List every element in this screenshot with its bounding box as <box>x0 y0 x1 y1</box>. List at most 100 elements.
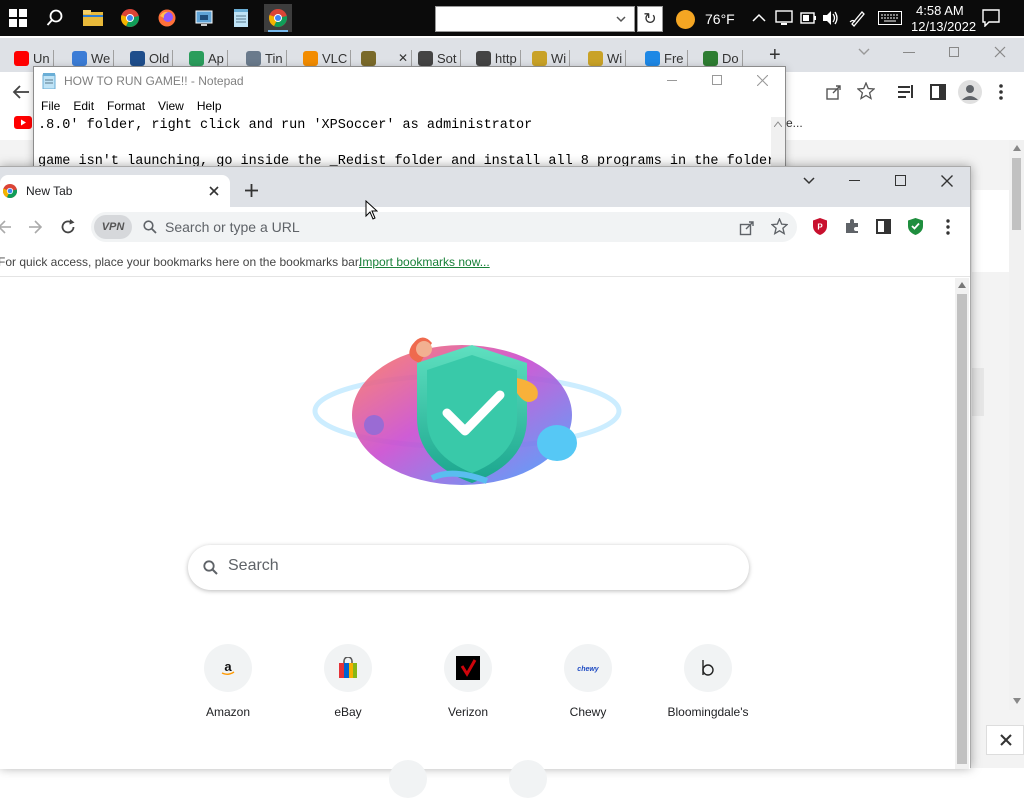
taskbar-search-field[interactable] <box>435 6 635 32</box>
share-icon[interactable] <box>739 219 756 236</box>
background-scrollbar-thumb[interactable] <box>1012 158 1021 230</box>
background-scrollbar[interactable] <box>1009 140 1024 710</box>
maximize-icon[interactable] <box>712 75 722 85</box>
background-tab[interactable]: Old <box>130 48 174 68</box>
weather-sun-icon[interactable] <box>676 10 695 29</box>
back-icon[interactable] <box>0 220 12 234</box>
background-tab[interactable]: We <box>72 48 115 68</box>
maximize-icon[interactable] <box>895 175 906 186</box>
firefox-icon[interactable] <box>153 4 181 32</box>
ntp-search-box[interactable]: Search <box>188 545 749 590</box>
touch-keyboard-icon[interactable] <box>878 11 902 25</box>
menu-view[interactable]: View <box>151 95 190 117</box>
scroll-up-icon[interactable] <box>774 121 782 127</box>
star-icon[interactable] <box>857 82 875 100</box>
menu-kebab-icon[interactable] <box>946 219 950 235</box>
profile-avatar[interactable] <box>958 80 982 104</box>
clock-date[interactable]: 12/13/2022 <box>911 19 976 34</box>
bookmarks-overflow[interactable]: e... <box>786 116 803 130</box>
shortcut-partial[interactable] <box>389 760 427 798</box>
restore-icon[interactable] <box>949 47 959 57</box>
shortcut-chewy[interactable]: chewy Chewy <box>533 644 643 719</box>
forward-icon[interactable] <box>28 220 42 234</box>
security-shield-icon[interactable] <box>907 217 924 236</box>
page-scrollbar[interactable] <box>955 278 969 769</box>
background-tab[interactable]: Wi <box>532 48 571 68</box>
share-icon[interactable] <box>825 83 843 101</box>
background-tab[interactable]: http <box>476 48 521 68</box>
power-icon[interactable] <box>800 10 818 26</box>
notepad-window[interactable]: HOW TO RUN GAME!! - Notepad File Edit Fo… <box>33 66 786 177</box>
shortcut-amazon[interactable]: a Amazon <box>173 644 283 719</box>
tab-search-icon[interactable] <box>858 48 870 56</box>
tray-chevron-up-icon[interactable] <box>752 13 766 23</box>
address-bar[interactable]: VPN Search or type a URL <box>91 212 797 242</box>
shortcut-verizon[interactable]: Verizon <box>413 644 523 719</box>
youtube-icon[interactable] <box>14 116 32 129</box>
reload-icon[interactable] <box>60 219 76 235</box>
refresh-button[interactable]: ↻ <box>637 6 663 32</box>
minimize-icon[interactable] <box>667 80 677 81</box>
wi-icon <box>588 50 603 66</box>
pen-icon[interactable] <box>849 9 867 27</box>
back-icon[interactable] <box>12 84 30 100</box>
close-icon[interactable] <box>757 75 768 86</box>
import-bookmarks-link[interactable]: Import bookmarks now... <box>359 255 490 269</box>
minimize-icon[interactable] <box>849 180 860 181</box>
extensions-puzzle-icon[interactable] <box>844 218 860 234</box>
shortcut-partial[interactable] <box>509 760 547 798</box>
close-icon[interactable] <box>1000 734 1012 746</box>
shortcut-ebay[interactable]: eBay <box>293 644 403 719</box>
bookmark-star-icon[interactable] <box>771 218 788 235</box>
menu-help[interactable]: Help <box>190 95 228 117</box>
weather-temperature[interactable]: 76°F <box>705 11 735 27</box>
background-tab[interactable]: Ap <box>189 48 228 68</box>
scroll-down-icon[interactable] <box>1013 698 1021 704</box>
menu-file[interactable]: File <box>34 95 66 117</box>
tab-separator <box>172 50 174 66</box>
background-dialog-close[interactable] <box>986 725 1024 755</box>
notepad-titlebar[interactable]: HOW TO RUN GAME!! - Notepad <box>34 67 785 95</box>
minimize-icon[interactable] <box>903 52 915 53</box>
close-tab-icon[interactable] <box>209 186 219 196</box>
background-tab[interactable]: Wi <box>588 48 627 68</box>
notifications-icon[interactable] <box>982 9 1000 27</box>
notepad-icon[interactable] <box>227 4 255 32</box>
file-explorer-icon[interactable] <box>79 4 107 32</box>
close-tab-icon[interactable]: ✕ <box>398 51 408 65</box>
clock-time[interactable]: 4:58 AM <box>916 3 964 18</box>
scroll-up-icon[interactable] <box>1013 145 1021 151</box>
new-tab-button[interactable]: + <box>769 44 781 67</box>
search-icon[interactable] <box>41 4 69 32</box>
shortcut-bloomingdales[interactable]: Bloomingdale's <box>653 644 763 719</box>
background-tab[interactable]: VLC <box>303 48 352 68</box>
vpn-badge[interactable]: VPN <box>94 215 132 239</box>
menu-format[interactable]: Format <box>100 95 151 117</box>
side-panel-icon[interactable] <box>876 219 891 234</box>
close-icon[interactable] <box>941 175 953 187</box>
windows-start-icon[interactable] <box>4 4 32 32</box>
background-tab[interactable]: Do <box>703 48 743 68</box>
background-tab[interactable]: Tin <box>246 48 287 68</box>
tab-new-tab[interactable]: New Tab <box>0 175 230 207</box>
tab-search-icon[interactable] <box>803 177 815 185</box>
background-tab[interactable]: ✕ <box>361 48 413 68</box>
page-scrollbar-thumb[interactable] <box>957 294 967 764</box>
network-icon[interactable] <box>775 10 793 26</box>
speaker-icon[interactable] <box>822 10 840 26</box>
reading-list-icon[interactable] <box>897 84 915 100</box>
menu-kebab-icon[interactable] <box>999 83 1003 101</box>
background-tab[interactable]: Fre <box>645 48 688 68</box>
scroll-up-icon[interactable] <box>958 282 966 288</box>
background-tab[interactable]: Un <box>14 48 54 68</box>
chrome-icon[interactable] <box>264 4 292 32</box>
close-icon[interactable] <box>994 46 1006 58</box>
chevron-down-icon[interactable] <box>616 15 626 23</box>
menu-edit[interactable]: Edit <box>66 95 100 117</box>
remote-desktop-icon[interactable] <box>190 4 218 32</box>
side-panel-icon[interactable] <box>930 84 946 100</box>
background-tab[interactable]: Sot <box>418 48 461 68</box>
chrome-icon[interactable] <box>116 4 144 32</box>
new-tab-icon[interactable] <box>245 184 258 197</box>
privacy-badger-icon[interactable]: P <box>812 217 828 236</box>
